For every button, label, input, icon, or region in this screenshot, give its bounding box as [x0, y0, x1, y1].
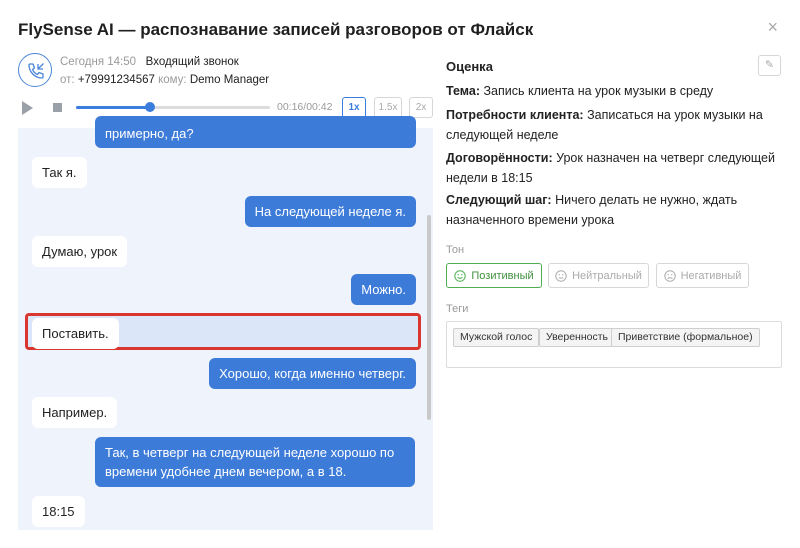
call-type: Входящий звонок — [145, 56, 239, 68]
tag-chip[interactable]: Приветствие (формальное) — [611, 328, 760, 347]
speed-1-5x-button[interactable]: 1.5x — [374, 97, 402, 118]
call-date: Сегодня 14:50 — [60, 56, 137, 68]
tone-label-text: Негативный — [680, 269, 742, 282]
tone-label-text: Позитивный — [471, 269, 534, 282]
chat-scrollbar[interactable] — [427, 215, 431, 420]
from-label: от: — [60, 74, 75, 86]
field-label: Потребности клиента: — [446, 108, 584, 122]
close-icon[interactable]: × — [767, 18, 778, 36]
message-bubble-out: примерно, да? — [95, 116, 416, 148]
speed-2x-button[interactable]: 2x — [409, 97, 433, 118]
assessment-title: Оценка — [446, 59, 493, 74]
field-label: Следующий шаг: — [446, 193, 552, 207]
message-bubble-out: Можно. — [351, 274, 416, 305]
smile-icon — [454, 269, 467, 282]
field-topic: Тема: Запись клиента на урок музыки в ср… — [446, 81, 786, 101]
sad-face-icon — [663, 269, 676, 282]
phone-incoming-icon — [18, 53, 52, 87]
tone-neutral-button[interactable]: Нейтральный — [548, 263, 649, 288]
message-bubble-out: Так, в четверг на следующей неделе хорош… — [95, 437, 415, 487]
tag-chip[interactable]: Уверенность — [539, 328, 616, 347]
stop-icon[interactable] — [53, 103, 62, 112]
message-bubble-in-highlighted: Поставить. — [32, 318, 119, 349]
field-label: Договорённости: — [446, 151, 553, 165]
tone-negative-button[interactable]: Негативный — [656, 263, 749, 288]
from-number: +79991234567 — [77, 74, 155, 86]
call-meta-line2: от: +79991234567 кому: Demo Manager — [60, 74, 269, 86]
progress-fill — [76, 106, 150, 109]
field-needs: Потребности клиента: Записаться на урок … — [446, 105, 786, 145]
speed-1x-button[interactable]: 1x — [342, 97, 366, 118]
message-bubble-in: Например. — [32, 397, 118, 428]
tone-positive-button[interactable]: Позитивный — [446, 263, 542, 288]
field-agreements: Договорённости: Урок назначен на четверг… — [446, 148, 786, 188]
tag-chip[interactable]: Мужской голос — [453, 328, 540, 347]
field-value: Запись клиента на урок музыки в среду — [483, 84, 714, 98]
call-meta-line1: Сегодня 14:50 Входящий звонок — [60, 56, 239, 68]
field-label: Тема: — [446, 84, 480, 98]
progress-track[interactable] — [76, 102, 270, 112]
message-bubble-in: Так я. — [32, 157, 87, 188]
neutral-face-icon — [555, 269, 567, 282]
window-title: FlySense AI — распознавание записей разг… — [18, 20, 534, 39]
tags-label: Теги — [446, 303, 469, 315]
play-icon[interactable] — [22, 101, 33, 115]
message-bubble-out: Хорошо, когда именно четверг. — [209, 358, 416, 389]
message-bubble-in: Думаю, урок — [32, 236, 128, 267]
tags-input[interactable]: Мужской голос Уверенность Приветствие (ф… — [446, 321, 782, 368]
tone-label: Тон — [446, 244, 465, 256]
tone-label-text: Нейтральный — [572, 269, 642, 282]
progress-knob[interactable] — [144, 102, 155, 112]
message-bubble-out: На следующей неделе я. — [244, 196, 416, 227]
to-label: кому: — [158, 74, 187, 86]
field-next-step: Следующий шаг: Ничего делать не нужно, ж… — [446, 190, 786, 230]
message-bubble-in: 18:15 — [32, 496, 85, 527]
playback-time: 00:16/00:42 — [277, 101, 333, 113]
pencil-icon[interactable]: ✎ — [758, 55, 781, 76]
to-name: Demo Manager — [189, 74, 270, 86]
